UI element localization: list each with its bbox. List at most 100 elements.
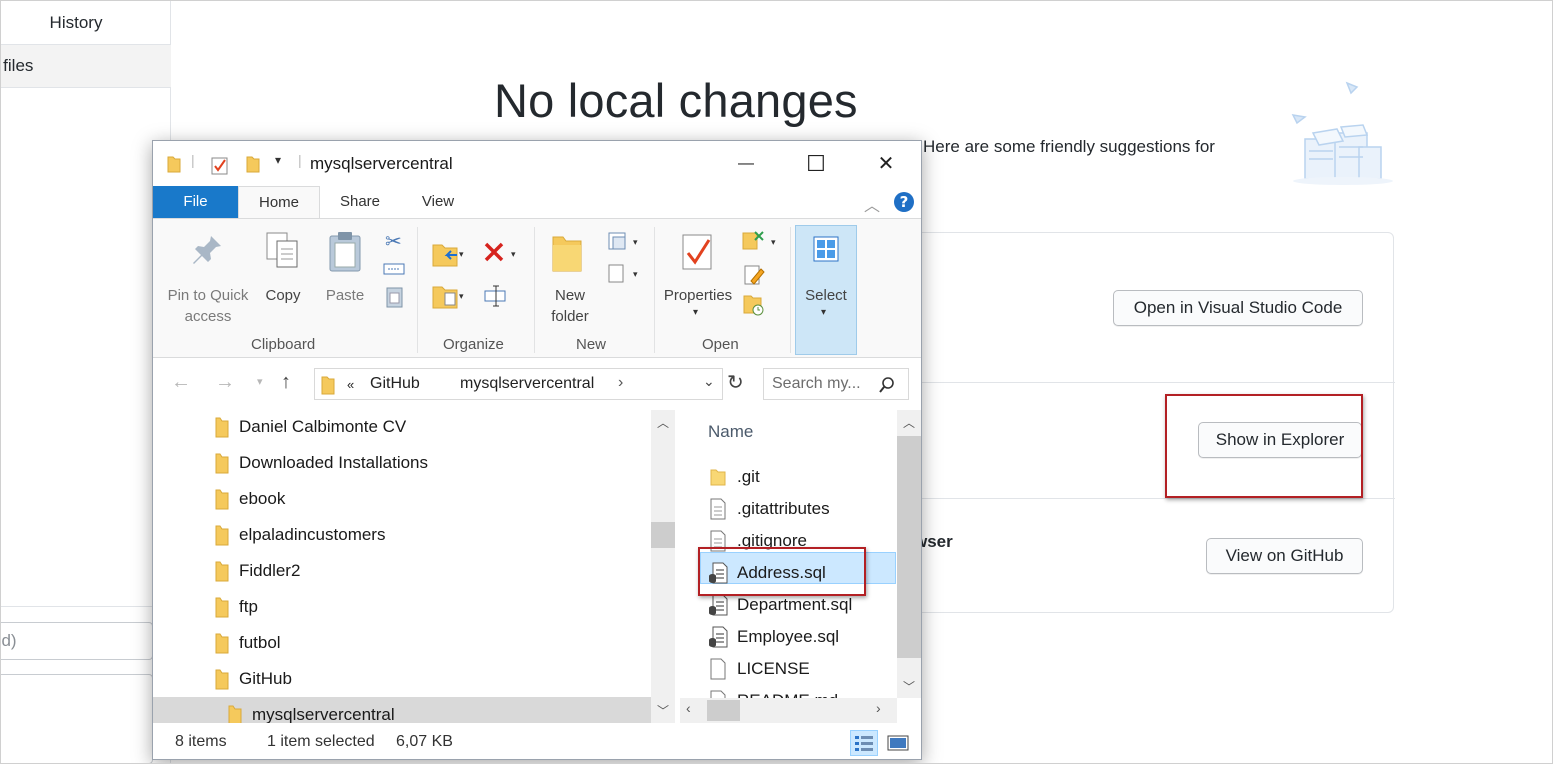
- refresh-icon[interactable]: ↻: [727, 370, 744, 395]
- view-on-github-button[interactable]: View on GitHub: [1206, 538, 1363, 574]
- paste-button[interactable]: Paste: [319, 285, 371, 306]
- breadcrumb-chevron-icon[interactable]: ›: [618, 374, 623, 392]
- tree-item[interactable]: GitHub: [215, 662, 292, 696]
- scrollbar-thumb[interactable]: [897, 436, 921, 658]
- tree-item[interactable]: ebook: [215, 482, 285, 516]
- search-icon[interactable]: [879, 377, 895, 393]
- breadcrumb-overflow[interactable]: «: [347, 377, 354, 392]
- tab-history[interactable]: History: [1, 1, 171, 45]
- details-view-icon[interactable]: [850, 730, 878, 756]
- tree-item-label: Daniel Calbimonte CV: [239, 417, 407, 436]
- tree-item[interactable]: Fiddler2: [215, 554, 300, 588]
- title-bar[interactable]: | ▾ | mysqlservercentral — ☐ ✕: [153, 141, 921, 186]
- scrollbar-thumb[interactable]: [651, 522, 675, 548]
- column-header-name[interactable]: Name: [708, 422, 753, 442]
- text-file-icon: [708, 690, 728, 698]
- svg-text:?: ?: [900, 193, 909, 211]
- paste-shortcut-icon[interactable]: [385, 285, 405, 309]
- tree-item[interactable]: Downloaded Installations: [215, 446, 428, 480]
- commit-summary-input[interactable]: ed): [1, 622, 153, 660]
- sql-file-icon: [708, 626, 728, 648]
- copy-path-icon[interactable]: [383, 261, 405, 277]
- address-bar[interactable]: « GitHub mysqlservercentral › ⌄: [314, 368, 723, 400]
- ribbon-separator: [417, 227, 418, 353]
- folder-icon: [215, 669, 229, 690]
- large-icons-view-icon[interactable]: [884, 730, 912, 756]
- file-item[interactable]: .gitattributes: [708, 494, 830, 524]
- tree-item[interactable]: ftp: [215, 590, 258, 624]
- collapse-ribbon-icon[interactable]: ︿: [864, 192, 880, 216]
- tab-home[interactable]: Home: [238, 186, 320, 219]
- properties-dropdown-icon[interactable]: ▾: [693, 307, 698, 318]
- tree-item[interactable]: mysqlservercentral: [228, 698, 395, 723]
- recent-locations-icon[interactable]: ▾: [257, 375, 263, 388]
- tree-item-label: futbol: [239, 633, 281, 652]
- scroll-up-icon[interactable]: ︿: [651, 414, 675, 431]
- select-dropdown-icon[interactable]: ▾: [821, 307, 826, 318]
- pin-to-quick-access-button[interactable]: Pin to Quick access: [161, 285, 255, 327]
- tree-item[interactable]: elpaladincustomers: [215, 518, 385, 552]
- svg-text:▾: ▾: [771, 237, 776, 247]
- scroll-left-icon[interactable]: ‹: [686, 700, 691, 716]
- cut-icon[interactable]: ✂: [385, 229, 402, 254]
- address-dropdown-icon[interactable]: ⌄: [703, 373, 715, 390]
- open-icon[interactable]: ▾: [741, 229, 781, 255]
- status-size: 6,07 KB: [396, 733, 453, 750]
- maximize-button[interactable]: ☐: [781, 141, 851, 186]
- scrollbar-thumb[interactable]: [707, 700, 740, 721]
- group-clipboard-label: Clipboard: [251, 336, 316, 353]
- up-arrow-icon[interactable]: ↑: [281, 371, 291, 394]
- new-item-icon[interactable]: ▾: [607, 231, 643, 253]
- commit-description-input[interactable]: [1, 674, 153, 763]
- tab-file[interactable]: File: [153, 186, 238, 218]
- file-item-label: .git: [737, 467, 760, 486]
- easy-access-icon[interactable]: ▾: [607, 263, 643, 285]
- breadcrumb-mysqlservercentral[interactable]: mysqlservercentral: [460, 375, 594, 393]
- card-divider: [872, 498, 1395, 499]
- file-item[interactable]: Employee.sql: [708, 622, 839, 652]
- folder-icon: [215, 453, 229, 474]
- navigation-scrollbar[interactable]: ︿ ﹀: [651, 410, 675, 723]
- file-item[interactable]: LICENSE: [708, 654, 810, 684]
- new-folder-button[interactable]: New folder: [537, 285, 603, 327]
- tree-item[interactable]: futbol: [215, 626, 281, 660]
- file-item[interactable]: .git: [708, 462, 760, 492]
- properties-button[interactable]: Properties: [658, 285, 738, 306]
- tab-share[interactable]: Share: [330, 186, 390, 219]
- minimize-button[interactable]: —: [711, 141, 781, 186]
- edit-icon[interactable]: [743, 263, 765, 287]
- status-selected: 1 item selected: [267, 733, 375, 750]
- history-icon[interactable]: [743, 293, 765, 317]
- open-in-vscode-button[interactable]: Open in Visual Studio Code: [1113, 290, 1363, 326]
- customize-toolbar-icon[interactable]: ▾: [275, 153, 281, 167]
- back-arrow-icon[interactable]: ←: [171, 371, 191, 394]
- tree-item-label: elpaladincustomers: [239, 525, 386, 544]
- copy-to-icon[interactable]: ▾: [431, 283, 465, 311]
- tab-changes[interactable]: d files: [1, 45, 171, 88]
- close-button[interactable]: ✕: [851, 141, 921, 186]
- copy-button[interactable]: Copy: [257, 285, 309, 306]
- tree-item[interactable]: Daniel Calbimonte CV: [215, 410, 406, 444]
- file-item-label: .gitattributes: [737, 499, 830, 518]
- help-icon[interactable]: ?: [893, 191, 915, 213]
- scroll-right-icon[interactable]: ›: [876, 700, 881, 716]
- properties-quick-icon[interactable]: [211, 155, 229, 175]
- delete-icon[interactable]: ▾: [483, 241, 523, 267]
- rename-icon[interactable]: [483, 283, 509, 309]
- copy-icon: [266, 232, 298, 268]
- breadcrumb-github[interactable]: GitHub: [370, 375, 420, 393]
- scroll-up-icon[interactable]: ︿: [897, 414, 921, 431]
- group-open-label: Open: [702, 336, 739, 353]
- text-file-icon: [708, 498, 728, 520]
- file-list-hscrollbar[interactable]: ‹ ›: [680, 698, 897, 723]
- new-folder-quick-icon[interactable]: [246, 155, 260, 173]
- file-list-scrollbar[interactable]: ︿ ﹀: [897, 410, 921, 698]
- file-item[interactable]: README.md: [708, 686, 838, 698]
- card-divider: [872, 382, 1395, 383]
- sql-file-icon: [708, 594, 728, 616]
- scroll-down-icon[interactable]: ﹀: [651, 702, 675, 719]
- forward-arrow-icon[interactable]: →: [215, 371, 235, 394]
- scroll-down-icon[interactable]: ﹀: [897, 678, 921, 695]
- move-to-icon[interactable]: ▾: [431, 241, 465, 269]
- tab-view[interactable]: View: [408, 186, 468, 219]
